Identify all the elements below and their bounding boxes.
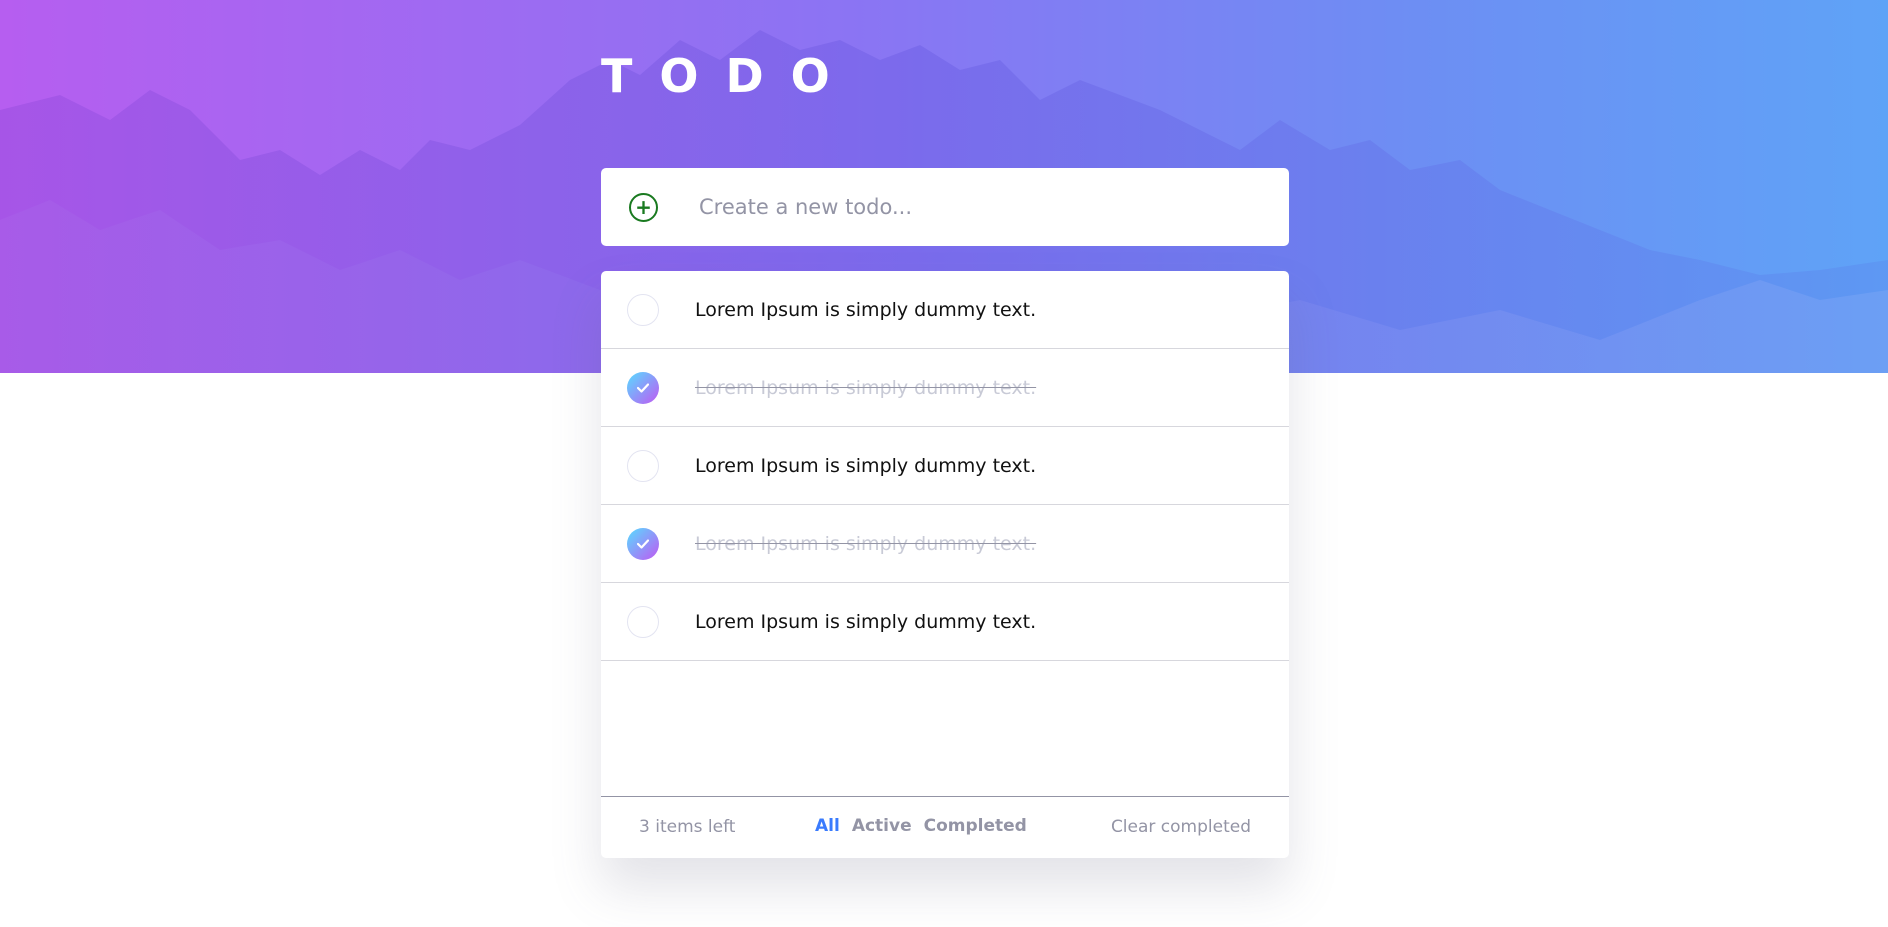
todo-item: Lorem Ipsum is simply dummy text. <box>601 427 1289 505</box>
todo-item: Lorem Ipsum is simply dummy text. <box>601 271 1289 349</box>
checkmark-icon <box>637 539 649 549</box>
filter-completed[interactable]: Completed <box>924 816 1027 836</box>
todo-text[interactable]: Lorem Ipsum is simply dummy text. <box>695 451 1036 481</box>
plus-circle-icon: + <box>635 195 652 219</box>
todo-checkbox[interactable] <box>627 294 659 326</box>
todo-checkbox[interactable] <box>627 372 659 404</box>
new-todo-input[interactable] <box>699 186 1259 228</box>
todo-item: Lorem Ipsum is simply dummy text. <box>601 349 1289 427</box>
todo-text[interactable]: Lorem Ipsum is simply dummy text. <box>695 607 1036 637</box>
todo-footer: 3 items left All Active Completed Clear … <box>601 796 1289 858</box>
todo-checkbox[interactable] <box>627 606 659 638</box>
app-title: TODO <box>601 49 857 103</box>
todo-text[interactable]: Lorem Ipsum is simply dummy text. <box>695 373 1036 403</box>
filter-all[interactable]: All <box>815 816 840 836</box>
checkmark-icon <box>637 383 649 393</box>
todo-text[interactable]: Lorem Ipsum is simply dummy text. <box>695 295 1036 325</box>
filter-group: All Active Completed <box>815 816 1027 836</box>
todo-checkbox[interactable] <box>627 450 659 482</box>
todo-item: Lorem Ipsum is simply dummy text. <box>601 583 1289 661</box>
todo-text[interactable]: Lorem Ipsum is simply dummy text. <box>695 529 1036 559</box>
items-left-count: 3 items left <box>639 817 736 837</box>
clear-completed-button[interactable]: Clear completed <box>1111 817 1251 837</box>
todo-list: Lorem Ipsum is simply dummy text. Lorem … <box>601 271 1289 858</box>
add-todo-button[interactable]: + <box>629 193 658 222</box>
todo-checkbox[interactable] <box>627 528 659 560</box>
filter-active[interactable]: Active <box>852 816 912 836</box>
todo-item: Lorem Ipsum is simply dummy text. <box>601 505 1289 583</box>
new-todo-bar: + <box>601 168 1289 246</box>
